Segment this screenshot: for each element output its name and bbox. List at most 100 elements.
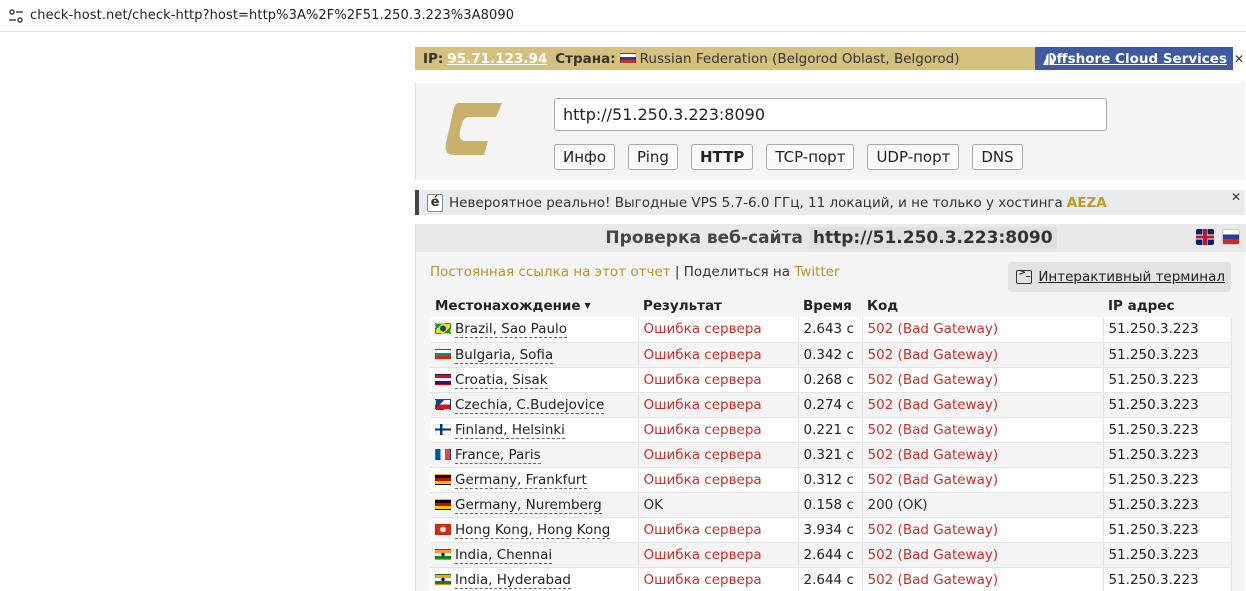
code-cell: 502 (Bad Gateway): [862, 317, 1104, 343]
share-separator: |: [670, 264, 684, 280]
country-flag-icon: [435, 573, 451, 585]
result-cell: Ошибка сервера: [638, 367, 799, 393]
result-cell: Ошибка сервера: [638, 392, 799, 418]
ip-info-bar: IP: 95.71.123.94 Страна: Russian Federat…: [415, 47, 1245, 70]
location-link[interactable]: Bulgaria, Sofia: [455, 346, 554, 364]
dns-button[interactable]: DNS: [972, 144, 1023, 170]
location-link[interactable]: India, Hyderabad: [455, 571, 571, 589]
country-flag-icon: [435, 448, 451, 460]
results-panel: Проверка веб-сайта http://51.250.3.223:8…: [415, 224, 1246, 591]
time-cell: 3.934 с: [798, 517, 863, 543]
code-cell: 502 (Bad Gateway): [862, 442, 1104, 468]
code-cell: 502 (Bad Gateway): [862, 567, 1104, 591]
result-cell: Ошибка сервера: [638, 467, 799, 493]
code-cell: 200 (OK): [862, 492, 1104, 518]
table-row: India, Hyderabad Ошибка сервера 2.644 с 502…: [430, 567, 1232, 591]
location-link[interactable]: Hong Kong, Hong Kong: [455, 521, 611, 539]
location-link[interactable]: Czechia, C.Budejovice: [455, 396, 605, 414]
ip-link[interactable]: 95.71.123.94: [447, 51, 547, 67]
ip-bar-close-icon[interactable]: ✕: [1233, 47, 1245, 70]
country-flag-icon: [435, 548, 451, 560]
udp-port-button[interactable]: UDP-порт: [867, 144, 960, 170]
country-flag-icon: [435, 473, 451, 485]
page-title: Проверка веб-сайта: [605, 228, 803, 248]
result-cell: Ошибка сервера: [638, 317, 799, 343]
ip-cell: 51.250.3.223: [1103, 342, 1232, 368]
country-flag-icon: [435, 423, 451, 435]
address-url[interactable]: check-host.net/check-http?host=http%3A%2…: [30, 8, 514, 23]
location-link[interactable]: Germany, Nuremberg: [455, 496, 602, 514]
row-location-cell: Czechia, C.Budejovice: [430, 392, 639, 418]
check-form: Инфо Ping HTTP TCP-порт UDP-порт DNS: [415, 83, 1245, 180]
ad-banner[interactable]: é Невероятное реально! Выгодные VPS 5.7-…: [415, 190, 1245, 215]
country-flag-icon: [435, 523, 451, 535]
row-location-cell: Germany, Frankfurt: [430, 467, 639, 493]
results-table: Местонахождение ▼ Результат Время Код IP …: [430, 294, 1232, 591]
terminal-label[interactable]: Интерактивный терминал: [1038, 269, 1225, 285]
ip-cell: 51.250.3.223: [1103, 417, 1232, 443]
time-cell: 2.644 с: [798, 542, 863, 568]
url-input[interactable]: [554, 98, 1107, 131]
russia-flag-icon: [619, 53, 636, 64]
aeza-logo-icon: é: [427, 193, 443, 212]
tcp-port-button[interactable]: TCP-порт: [766, 144, 855, 170]
table-row: India, Chennai Ошибка сервера 2.644 с 502 (…: [430, 542, 1232, 568]
share-row: Постоянная ссылка на этот отчет | Подели…: [430, 264, 840, 280]
russian-flag-icon[interactable]: [1222, 229, 1240, 245]
ad-text[interactable]: Невероятное реально! Выгодные VPS 5.7-6.…: [449, 195, 1063, 211]
info-button[interactable]: Инфо: [554, 144, 616, 170]
location-link[interactable]: France, Paris: [455, 446, 541, 464]
code-cell: 502 (Bad Gateway): [862, 367, 1104, 393]
row-location-cell: India, Hyderabad: [430, 567, 639, 591]
ad-brand[interactable]: AEZA: [1067, 195, 1107, 211]
ip-cell: 51.250.3.223: [1103, 542, 1232, 568]
country-flag-icon: [435, 398, 451, 410]
interactive-terminal-button[interactable]: Интерактивный терминал: [1008, 262, 1231, 292]
location-link[interactable]: Germany, Frankfurt: [455, 471, 587, 489]
check-type-buttons: Инфо Ping HTTP TCP-порт UDP-порт DNS: [554, 144, 1036, 170]
table-header-row: Местонахождение ▼ Результат Время Код IP …: [430, 294, 1232, 317]
code-cell: 502 (Bad Gateway): [862, 542, 1104, 568]
table-row: Czechia, C.Budejovice Ошибка сервера 0.274…: [430, 392, 1232, 418]
location-link[interactable]: Finland, Helsinki: [455, 421, 565, 439]
offshore-cloud-label[interactable]: Offshore Cloud Services: [1045, 51, 1227, 67]
http-button[interactable]: HTTP: [690, 144, 754, 170]
ad-close-icon[interactable]: ✕: [1231, 190, 1241, 204]
code-cell: 502 (Bad Gateway): [862, 392, 1104, 418]
table-row: Finland, Helsinki Ошибка сервера 0.221 с 50…: [430, 417, 1232, 443]
table-row: Germany, Frankfurt Ошибка сервера 0.312 с5…: [430, 467, 1232, 493]
row-location-cell: Germany, Nuremberg: [430, 492, 639, 518]
offshore-cloud-link[interactable]: Offshore Cloud Services: [1035, 47, 1233, 70]
check-host-logo[interactable]: [444, 101, 504, 161]
result-cell: Ошибка сервера: [638, 417, 799, 443]
country-flag-icon: [435, 323, 451, 335]
result-cell: Ошибка сервера: [638, 542, 799, 568]
permalink[interactable]: Постоянная ссылка на этот отчет: [430, 264, 671, 280]
table-row: Brazil, Sao Paulo Ошибка сервера 2.643 с 50…: [430, 317, 1232, 343]
row-location-cell: Hong Kong, Hong Kong: [430, 517, 639, 543]
code-cell: 502 (Bad Gateway): [862, 517, 1104, 543]
location-link[interactable]: Croatia, Sisak: [455, 371, 548, 389]
code-cell: 502 (Bad Gateway): [862, 342, 1104, 368]
share-label: Поделиться на: [683, 264, 790, 280]
country-label: Страна:: [555, 50, 616, 67]
row-location-cell: France, Paris: [430, 442, 639, 468]
time-cell: 0.321 с: [798, 442, 863, 468]
ip-cell: 51.250.3.223: [1103, 567, 1232, 591]
ping-button[interactable]: Ping: [628, 144, 678, 170]
ip-cell: 51.250.3.223: [1103, 492, 1232, 518]
col-location[interactable]: Местонахождение ▼: [430, 294, 638, 317]
col-result: Результат: [638, 294, 798, 317]
site-settings-icon[interactable]: [2, 0, 30, 32]
time-cell: 2.644 с: [798, 567, 863, 591]
country-flag-icon: [435, 498, 451, 510]
location-link[interactable]: India, Chennai: [455, 546, 553, 564]
location-link[interactable]: Brazil, Sao Paulo: [455, 321, 568, 339]
language-switcher: [1196, 229, 1240, 245]
row-location-cell: Bulgaria, Sofia: [430, 342, 639, 368]
address-bar[interactable]: check-host.net/check-http?host=http%3A%2…: [0, 0, 1246, 32]
english-flag-icon[interactable]: [1196, 229, 1214, 245]
sort-arrow-icon[interactable]: ▼: [585, 301, 591, 310]
col-code: Код: [862, 294, 1103, 317]
twitter-link[interactable]: Twitter: [794, 264, 839, 280]
